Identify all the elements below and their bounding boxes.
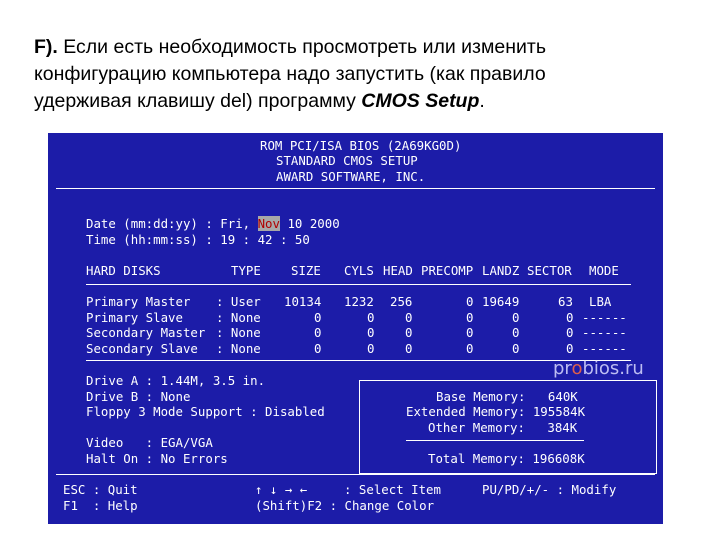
disk-sector: 0 [566, 325, 574, 340]
disk-type[interactable]: : None [216, 311, 261, 325]
time-label: Time (hh:mm:ss) : [86, 232, 221, 247]
disk-header-type: TYPE [231, 263, 261, 278]
bios-header-vendor: AWARD SOFTWARE, INC. [276, 169, 426, 184]
extended-memory: Extended Memory: 195584K [406, 404, 586, 419]
disk-table-divider [86, 360, 631, 361]
caption-line-1-rest: Если есть необходимость просмотреть или … [57, 36, 547, 58]
disk-landz: 0 [512, 310, 520, 325]
date-day: Fri, [220, 216, 258, 231]
disk-header-landz: LANDZ [482, 263, 520, 278]
bios-screen: ROM PCI/ISA BIOS (2A69KG0D) STANDARD CMO… [48, 133, 663, 524]
date-row[interactable]: Date (mm:dd:yy) : Fri, Nov 10 2000 [86, 216, 340, 231]
program-name: CMOS Setup [361, 90, 480, 112]
disk-landz: 19649 [482, 294, 520, 309]
floppy3-row[interactable]: Floppy 3 Mode Support : Disabled [86, 405, 325, 419]
bios-header-title: ROM PCI/ISA BIOS (2A69KG0D) [260, 138, 462, 153]
disk-type[interactable]: : User [216, 295, 261, 309]
disk-name: Primary Slave [86, 310, 183, 325]
modify-hint: PU/PD/+/- : Modify [482, 482, 617, 497]
esc-quit-hint: ESC : Quit [63, 482, 138, 497]
disk-size: 0 [314, 325, 322, 340]
time-value[interactable]: 19 : 42 : 50 [220, 232, 310, 247]
disk-mode: ------ [582, 325, 627, 340]
watermark-logo: probios.ru [553, 358, 644, 379]
disk-size: 0 [314, 310, 322, 325]
date-label: Date (mm:dd:yy) : [86, 216, 221, 231]
disk-name: Primary Master [86, 294, 191, 309]
disk-sector: 63 [558, 294, 573, 309]
caption-line-2: конфигурацию компьютера надо запустить (… [34, 63, 546, 85]
disk-head: 0 [405, 310, 413, 325]
disk-sector: 0 [566, 341, 574, 356]
disk-header-size: SIZE [291, 263, 321, 278]
change-color-hint: (Shift)F2 : Change Color [255, 498, 435, 513]
footer-divider [56, 474, 655, 475]
disk-cyls: 0 [367, 341, 375, 356]
video-row[interactable]: Video : EGA/VGA [86, 436, 213, 450]
disk-size: 10134 [284, 294, 322, 309]
memory-divider [406, 440, 584, 441]
drive-b-row[interactable]: Drive B : None [86, 390, 190, 404]
date-rest: 10 2000 [279, 216, 340, 231]
disk-precomp: 0 [466, 294, 474, 309]
disk-head: 0 [405, 341, 413, 356]
caption-text: F). Если есть необходимость просмотреть … [34, 34, 694, 115]
disk-precomp: 0 [466, 341, 474, 356]
drive-a-row[interactable]: Drive A : 1.44M, 3.5 in. [86, 374, 265, 388]
disk-landz: 0 [512, 341, 520, 356]
caption-prefix: F). [34, 36, 58, 58]
caption-line-3-end: . [479, 90, 485, 112]
disk-header-mode: MODE [589, 263, 619, 278]
time-row[interactable]: Time (hh:mm:ss) : 19 : 42 : 50 [86, 233, 310, 247]
disk-header-precomp: PRECOMP [421, 263, 474, 278]
disk-header-divider [86, 284, 631, 285]
disk-cyls: 0 [367, 310, 375, 325]
caption-line-3-start: удерживая клавишу del) программу [34, 90, 362, 112]
disk-precomp: 0 [466, 310, 474, 325]
disk-sector: 0 [566, 310, 574, 325]
disk-cyls: 1232 [344, 294, 374, 309]
disk-type[interactable]: : None [216, 342, 261, 356]
caption-line-1: F). Если есть необходимость просмотреть … [34, 34, 694, 61]
disk-mode: ------ [582, 310, 627, 325]
disk-mode: ------ [582, 341, 627, 356]
disk-cyls: 0 [367, 325, 375, 340]
disk-head: 0 [405, 325, 413, 340]
disk-mode: LBA [589, 294, 612, 309]
disk-header-hard-disks: HARD DISKS [86, 263, 161, 278]
disk-landz: 0 [512, 325, 520, 340]
caption-line-3: удерживая клавишу del) программу CMOS Se… [34, 88, 694, 115]
disk-head: 256 [390, 294, 413, 309]
other-memory: Other Memory: 384K [428, 420, 578, 435]
disk-name: Secondary Slave [86, 341, 198, 356]
f1-help-hint: F1 : Help [63, 498, 138, 513]
disk-header-cyls: CYLS [344, 263, 374, 278]
disk-header-sector: SECTOR [527, 263, 572, 278]
halt-on-row[interactable]: Halt On : No Errors [86, 452, 228, 466]
disk-precomp: 0 [466, 325, 474, 340]
date-month-field[interactable]: Nov [257, 216, 280, 231]
header-divider [56, 188, 655, 189]
disk-type[interactable]: : None [216, 326, 261, 340]
total-memory: Total Memory: 196608K [428, 451, 585, 466]
disk-header-head: HEAD [383, 263, 413, 278]
select-item-hint: : Select Item [344, 482, 441, 497]
disk-size: 0 [314, 341, 322, 356]
base-memory: Base Memory: 640K [436, 389, 578, 404]
arrow-keys-icon: ↑ ↓ → ← [255, 482, 308, 497]
disk-name: Secondary Master [86, 325, 206, 340]
bios-header-subtitle: STANDARD CMOS SETUP [276, 153, 418, 168]
